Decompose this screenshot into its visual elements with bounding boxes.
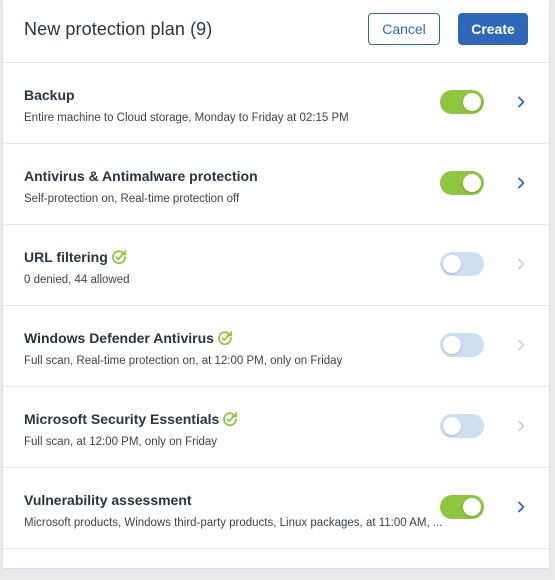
module-toggle[interactable] <box>440 495 484 519</box>
toggle-knob <box>463 498 481 516</box>
module-toggle[interactable] <box>440 252 484 276</box>
module-title-text: Antivirus & Antimalware protection <box>24 168 258 184</box>
chevron-right-icon[interactable] <box>513 499 529 515</box>
module-description: 0 denied, 44 allowed <box>24 274 130 286</box>
module-row[interactable]: Antivirus & Antimalware protection Self-p… <box>3 144 549 225</box>
module-description: Entire machine to Cloud storage, Monday … <box>24 112 349 124</box>
module-toggle[interactable] <box>440 333 484 357</box>
cancel-button[interactable]: Cancel <box>368 13 440 45</box>
protection-plan-panel: New protection plan (9) Cancel Create Ba… <box>3 0 549 568</box>
chevron-right-icon[interactable] <box>513 256 529 272</box>
module-title: URL filtering <box>24 249 127 265</box>
chevron-right-icon[interactable] <box>513 175 529 191</box>
panel-header: New protection plan (9) Cancel Create <box>3 0 549 63</box>
module-row[interactable]: URL filtering 0 denied, 44 allowed <box>3 225 549 306</box>
module-title: Windows Defender Antivirus <box>24 330 233 346</box>
module-title-text: Windows Defender Antivirus <box>24 330 214 346</box>
module-row[interactable]: Windows Defender Antivirus Full scan, Rea… <box>3 306 549 387</box>
module-title: Antivirus & Antimalware protection <box>24 168 258 184</box>
module-row[interactable]: Microsoft Security Essentials Full scan, … <box>3 387 549 468</box>
module-title: Backup <box>24 87 75 103</box>
module-description: Full scan, at 12:00 PM, only on Friday <box>24 436 218 448</box>
page-title: New protection plan (9) <box>24 19 213 39</box>
module-title-text: Vulnerability assessment <box>24 492 192 508</box>
refresh-check-icon <box>223 412 238 427</box>
refresh-check-icon <box>218 331 232 346</box>
module-title: Vulnerability assessment <box>24 492 192 508</box>
module-title-text: URL filtering <box>24 249 108 265</box>
module-description: Self-protection on, Real-time protection… <box>24 193 240 205</box>
module-row[interactable]: Backup Entire machine to Cloud storage, M… <box>3 63 549 144</box>
refresh-check-icon <box>111 250 126 265</box>
toggle-knob <box>443 417 461 435</box>
chevron-right-icon[interactable] <box>513 418 529 434</box>
module-description: Microsoft products, Windows third-party … <box>24 517 443 529</box>
module-title-text: Microsoft Security Essentials <box>24 411 220 427</box>
toggle-knob <box>443 336 461 354</box>
module-title-text: Backup <box>24 87 75 103</box>
module-list: Backup Entire machine to Cloud storage, M… <box>3 63 549 549</box>
module-toggle[interactable] <box>440 414 484 438</box>
module-title: Microsoft Security Essentials <box>24 411 238 427</box>
module-toggle[interactable] <box>440 90 484 114</box>
module-description: Full scan, Real-time protection on, at 1… <box>24 355 343 367</box>
toggle-knob <box>463 174 481 192</box>
create-button[interactable]: Create <box>458 13 528 45</box>
module-toggle[interactable] <box>440 171 484 195</box>
toggle-knob <box>443 255 461 273</box>
chevron-right-icon[interactable] <box>513 94 529 110</box>
chevron-right-icon[interactable] <box>513 337 529 353</box>
module-row[interactable]: Vulnerability assessment Microsoft produc… <box>3 468 549 549</box>
toggle-knob <box>463 93 481 111</box>
